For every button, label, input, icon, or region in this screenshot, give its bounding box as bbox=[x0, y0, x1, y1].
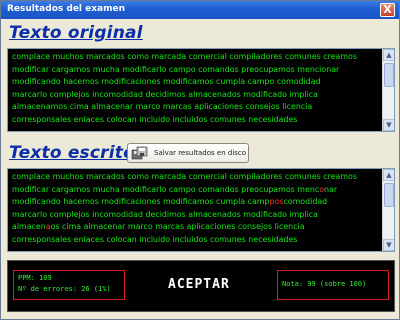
written-segment: complace muchos marcados como marcada co… bbox=[12, 172, 357, 181]
scroll-down-icon[interactable]: ▼ bbox=[383, 119, 394, 131]
written-line: almacenaos cima almacenar marco marcas a… bbox=[12, 221, 380, 234]
original-line: modificando hacemos modificaciones modif… bbox=[12, 77, 321, 87]
ppm-value: PPM: 109 bbox=[18, 274, 52, 282]
accept-button[interactable]: ACEPTAR bbox=[168, 277, 230, 292]
written-line: modificando hacemos modificaciones modif… bbox=[12, 196, 380, 209]
written-text-box[interactable]: complace muchos marcados como marcada co… bbox=[7, 168, 395, 252]
original-line: marcarlo complejos incomodidad decidimos… bbox=[12, 89, 318, 99]
scroll-up-icon[interactable]: ▲ bbox=[383, 49, 394, 61]
scroll-thumb[interactable] bbox=[384, 183, 394, 207]
written-scrollbar[interactable]: ▲ ▼ bbox=[382, 169, 394, 251]
original-line: corresponsales enlaces colocan incluido … bbox=[12, 114, 298, 124]
save-results-button[interactable]: Salvar resultados en disco bbox=[127, 143, 249, 163]
save-disk-icon bbox=[131, 146, 148, 160]
close-button[interactable]: X bbox=[380, 3, 395, 17]
original-scrollbar[interactable]: ▲ ▼ bbox=[382, 49, 394, 131]
written-segment: almacen bbox=[12, 222, 46, 232]
error-mark: pos bbox=[269, 197, 284, 207]
original-line: modificar cargamos mucha modificarlo cam… bbox=[12, 64, 340, 74]
scroll-thumb[interactable] bbox=[384, 63, 394, 87]
title-bar[interactable]: Resultados del examen X bbox=[1, 1, 399, 19]
written-segment: os cima almacenar marco marcas aplicacio… bbox=[50, 222, 305, 232]
written-segment: modificar cargamos mucha modificarlo cam… bbox=[12, 184, 320, 194]
window-title: Resultados del examen bbox=[7, 4, 126, 14]
written-segment: comodidad bbox=[283, 197, 328, 207]
original-heading: Texto original bbox=[9, 23, 143, 43]
scroll-down-icon[interactable]: ▼ bbox=[383, 239, 394, 251]
scroll-up-icon[interactable]: ▲ bbox=[383, 169, 394, 181]
original-line: almacenamos cima almacenar marco marcas … bbox=[12, 102, 313, 112]
results-window: Resultados del examen X Texto original c… bbox=[0, 0, 400, 320]
written-line: modificar cargamos mucha modificarlo cam… bbox=[12, 184, 380, 197]
written-heading: Texto escrito bbox=[9, 143, 135, 163]
original-line: complace muchos marcados como marcada co… bbox=[12, 52, 357, 61]
save-results-label: Salvar resultados en disco bbox=[154, 149, 247, 157]
original-text: complace muchos marcados como marcada co… bbox=[12, 51, 380, 127]
written-line: marcarlo complejos incomodidad decidimos… bbox=[12, 209, 380, 222]
written-line: corresponsales enlaces colocan incluido … bbox=[12, 234, 380, 247]
written-segment: nar bbox=[324, 184, 338, 194]
written-segment: modificando hacemos modificaciones modif… bbox=[12, 197, 270, 207]
written-text: complace muchos marcados como marcada co… bbox=[12, 171, 380, 247]
written-line: complace muchos marcados como marcada co… bbox=[12, 171, 380, 184]
written-segment: corresponsales enlaces colocan incluido … bbox=[12, 234, 298, 244]
original-text-box[interactable]: complace muchos marcados como marcada co… bbox=[7, 48, 395, 132]
grade-box: Nota: 99 (sobre 100) bbox=[277, 270, 389, 300]
error-count: Nº de errores: 26 (1%) bbox=[18, 285, 111, 293]
stats-box: PPM: 109 Nº de errores: 26 (1%) bbox=[13, 270, 125, 300]
grade-value: Nota: 99 (sobre 100) bbox=[282, 280, 367, 288]
written-segment: marcarlo complejos incomodidad decidimos… bbox=[12, 209, 318, 219]
results-panel: PPM: 109 Nº de errores: 26 (1%) ACEPTAR … bbox=[7, 260, 395, 312]
